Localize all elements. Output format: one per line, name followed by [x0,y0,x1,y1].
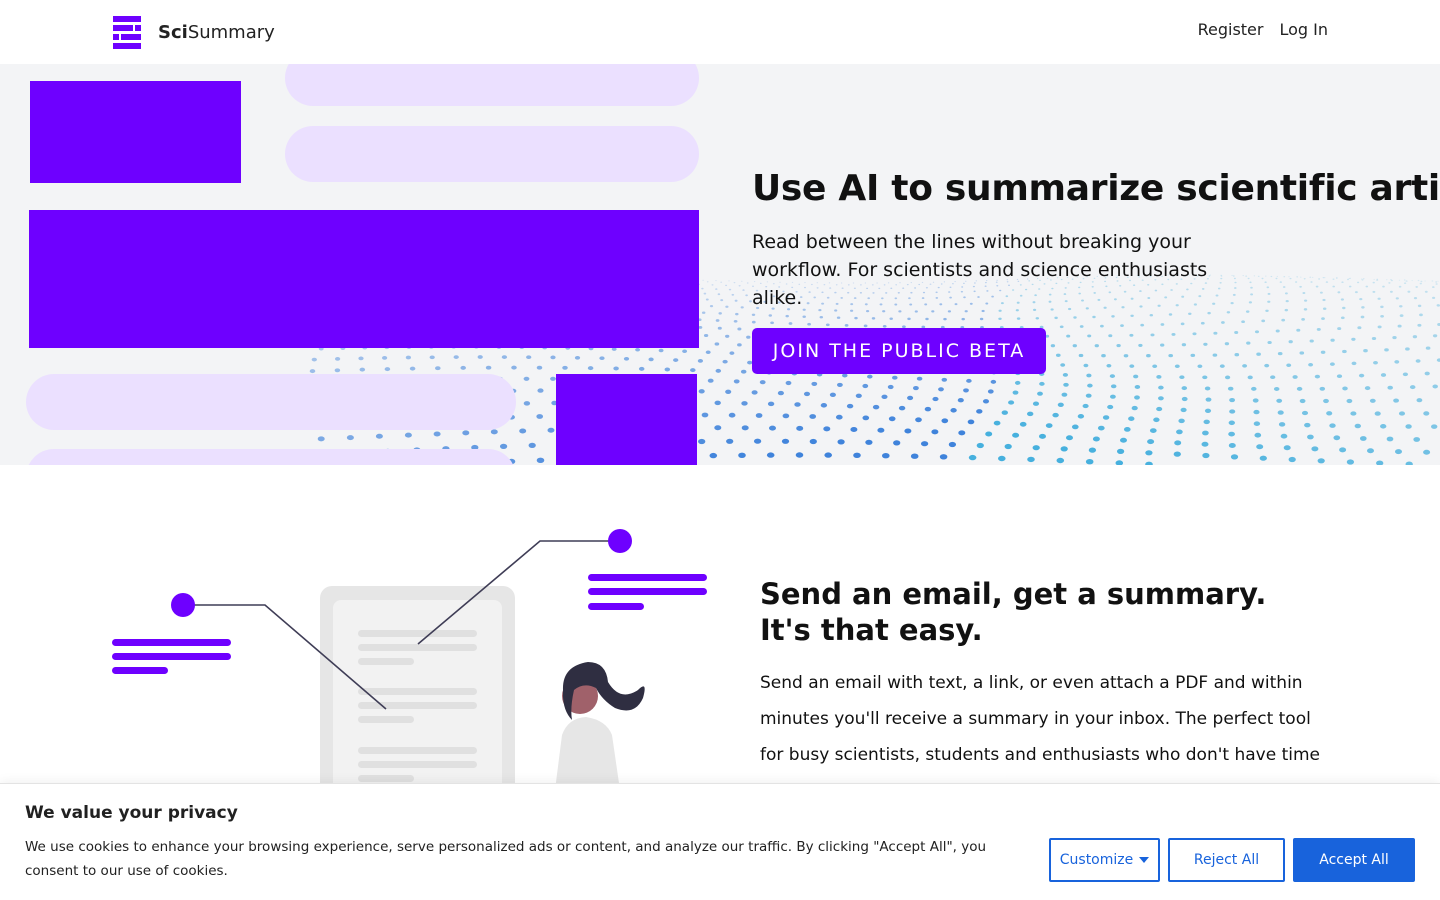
logo-text: SciSummary [158,22,275,43]
accept-all-button[interactable]: Accept All [1293,838,1415,882]
hero-section: Use AI to summarize scientific articles … [0,64,1440,465]
cookie-description: We use cookies to enhance your browsing … [25,839,987,879]
hero-subtitle: Read between the lines without breaking … [752,231,1208,309]
cookie-consent-banner: We value your privacy We use cookies to … [0,783,1440,900]
feature-description: Send an email with text, a link, or even… [760,673,1320,765]
site-header: SciSummary Register Log In [0,0,1440,64]
cookie-title: We value your privacy [25,803,238,823]
email-summary-illustration [112,529,707,790]
login-link[interactable]: Log In [1279,20,1328,39]
customize-label: Customize [1059,852,1134,868]
feature-title: Send an email, get a summary. It's that … [760,577,1267,647]
join-beta-button[interactable]: Join the public beta [752,328,1046,374]
reject-all-button[interactable]: Reject All [1168,838,1285,882]
hero-title: Use AI to summarize scientific articles [752,168,1440,209]
hero-document-illustration [26,64,699,465]
logo-link[interactable]: SciSummary [113,16,275,49]
scisummary-logo-icon [113,16,141,49]
caret-down-icon [1139,857,1150,863]
register-link[interactable]: Register [1198,20,1264,39]
top-nav: Register Log In [1198,20,1328,39]
customize-button[interactable]: Customize [1049,838,1160,882]
